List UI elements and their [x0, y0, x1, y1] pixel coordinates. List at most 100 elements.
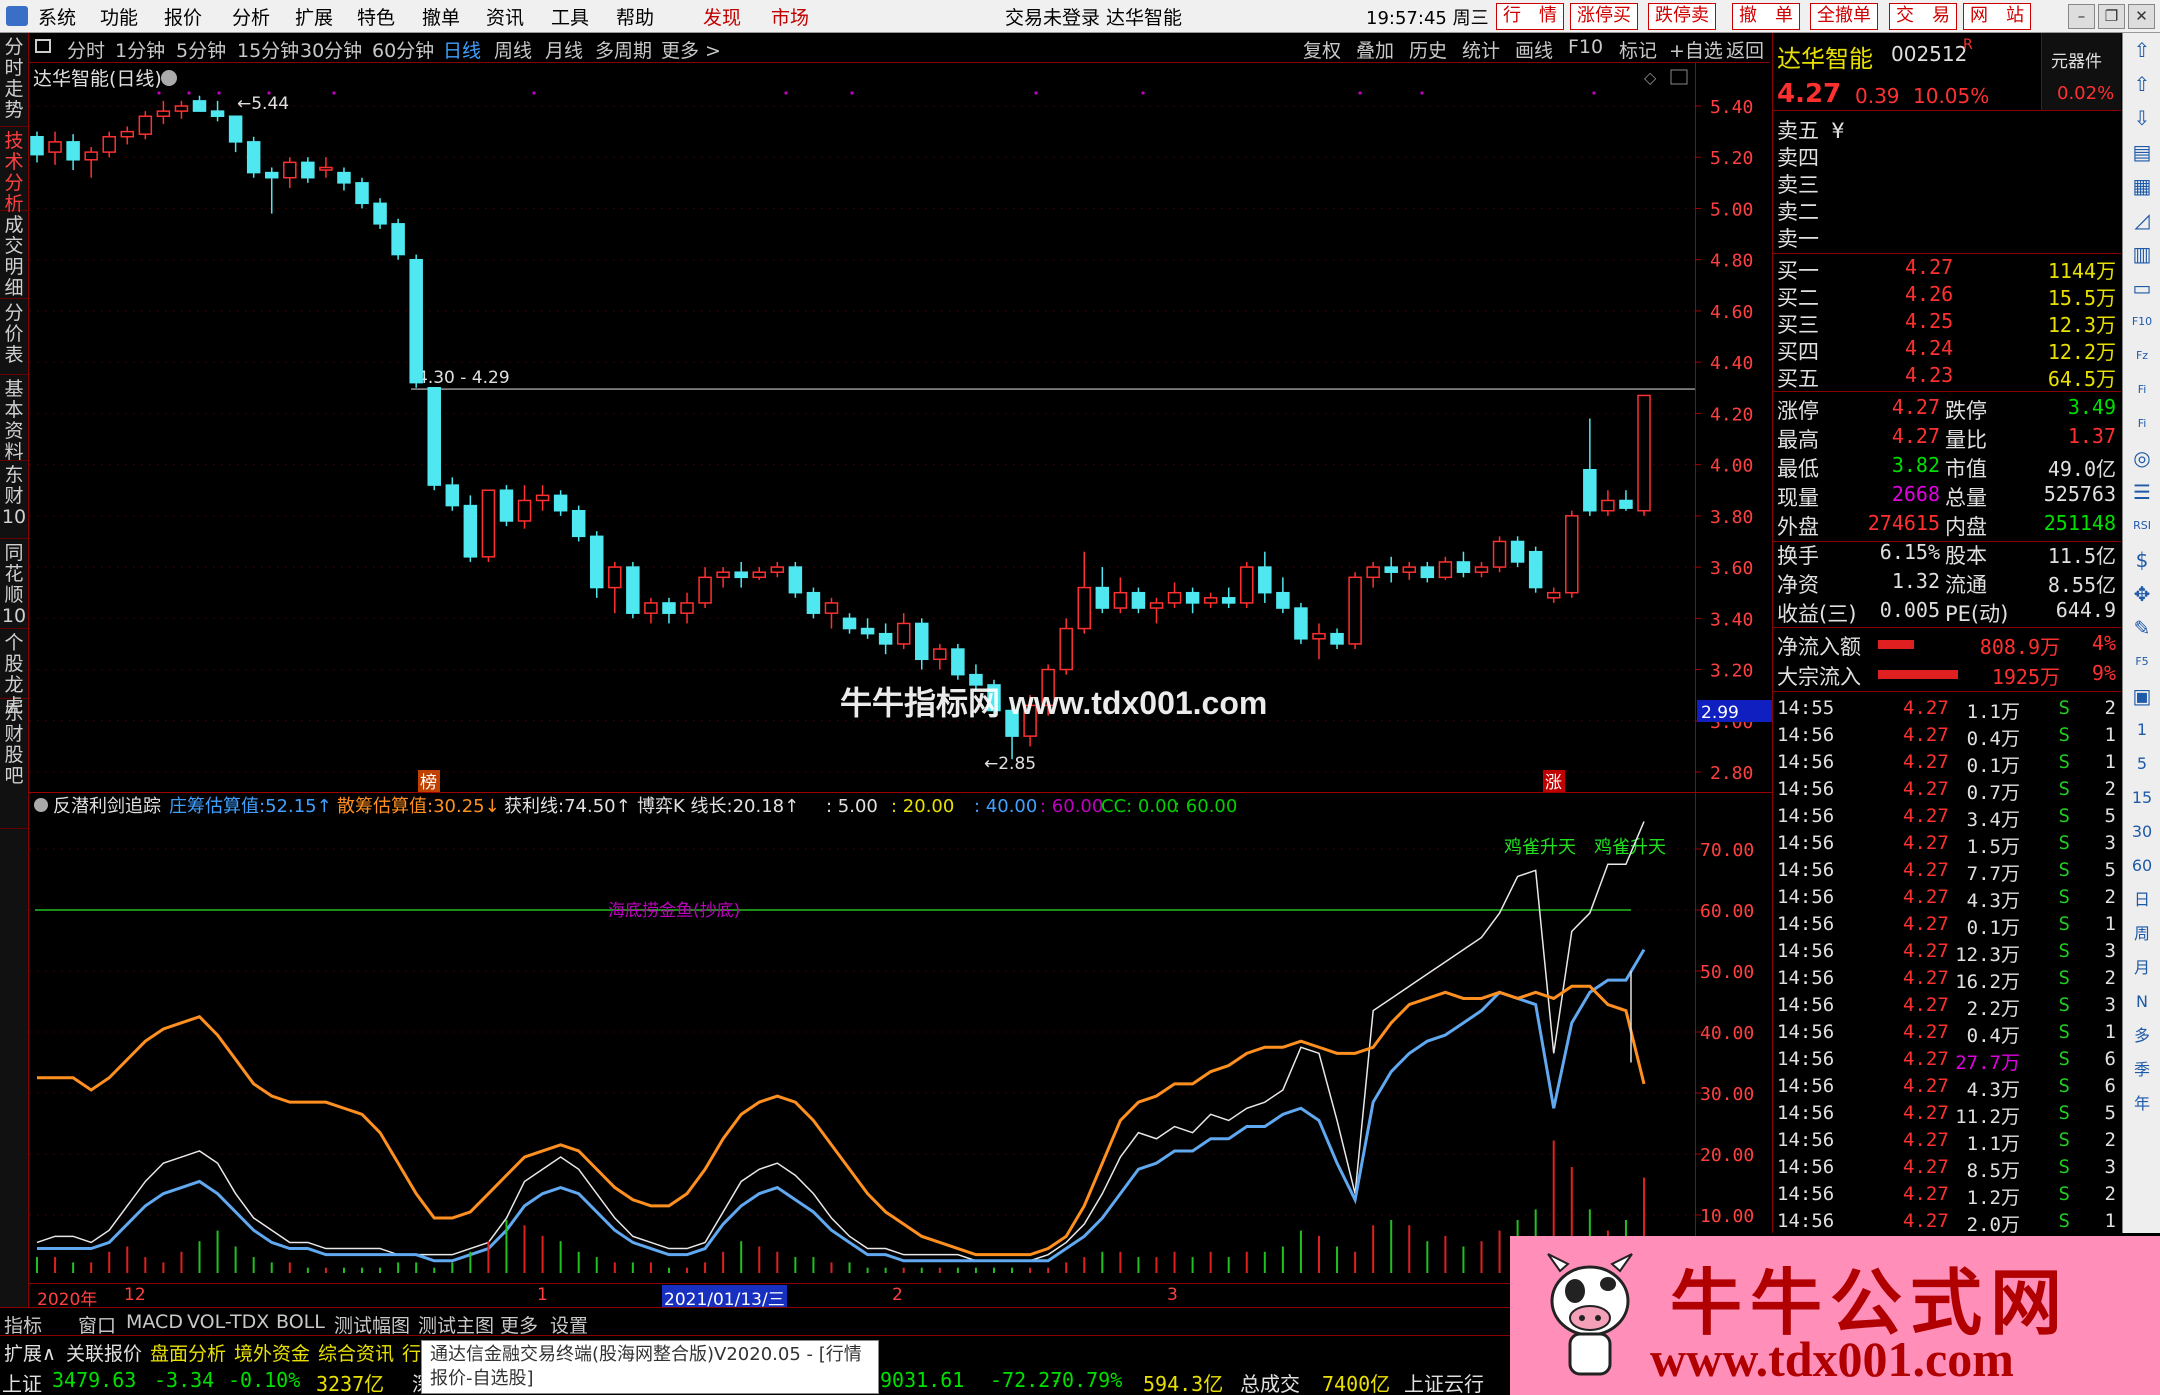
- period-3[interactable]: 15分钟: [237, 36, 299, 63]
- ext-tab-4[interactable]: 综合资讯: [318, 1339, 394, 1366]
- period-shortcut-28[interactable]: N: [2129, 989, 2155, 1015]
- period-shortcut-23[interactable]: 30: [2129, 819, 2155, 845]
- diamond-icon[interactable]: ◇: [1644, 68, 1657, 87]
- left-tab-1[interactable]: 技术分析: [0, 127, 28, 215]
- bottom-tab-7[interactable]: 更多: [500, 1311, 538, 1338]
- menu-9[interactable]: 帮助: [616, 3, 654, 30]
- fin-icon[interactable]: Fz: [2129, 343, 2155, 369]
- chart-tool-2[interactable]: 历史: [1409, 36, 1447, 63]
- left-tab-3[interactable]: 分价表: [0, 299, 28, 375]
- period-1[interactable]: 1分钟: [115, 36, 165, 63]
- menu-4[interactable]: 扩展: [295, 3, 333, 30]
- menu-6[interactable]: 撤单: [422, 3, 460, 30]
- chart-icon[interactable]: ▤: [2129, 139, 2155, 165]
- period-9[interactable]: 多周期: [595, 36, 652, 63]
- candle-icon[interactable]: ▥: [2129, 241, 2155, 267]
- bottom-tab-4[interactable]: BOLL: [276, 1311, 325, 1333]
- period-shortcut-20[interactable]: 1: [2129, 717, 2155, 743]
- period-shortcut-24[interactable]: 60: [2129, 853, 2155, 879]
- chart-tool-1[interactable]: 叠加: [1356, 36, 1394, 63]
- chart-tool-6[interactable]: 标记: [1619, 36, 1657, 63]
- period-shortcut-26[interactable]: 周: [2129, 921, 2155, 947]
- toolbar-button-3[interactable]: 撤 单: [1732, 3, 1800, 30]
- menu-red-1[interactable]: 市场: [771, 3, 809, 30]
- menu-icon[interactable]: [6, 6, 28, 26]
- period-shortcut-21[interactable]: 5: [2129, 751, 2155, 777]
- close-icon[interactable]: ✕: [2128, 4, 2155, 29]
- move-icon[interactable]: ✥: [2129, 581, 2155, 607]
- list-icon[interactable]: ☰: [2129, 479, 2155, 505]
- f5-icon[interactable]: F5: [2129, 649, 2155, 675]
- doc-icon[interactable]: ▭: [2129, 275, 2155, 301]
- ext-tab-3[interactable]: 境外资金: [234, 1339, 310, 1366]
- period-6[interactable]: 日线: [443, 36, 481, 63]
- min-icon[interactable]: –: [2068, 4, 2095, 29]
- toolbar-button-4[interactable]: 全撤单: [1810, 3, 1878, 30]
- menu-0[interactable]: 系统: [38, 3, 76, 30]
- period-7[interactable]: 周线: [494, 36, 532, 63]
- period-shortcut-29[interactable]: 多: [2129, 1023, 2155, 1049]
- period-8[interactable]: 月线: [545, 36, 583, 63]
- period-shortcut-22[interactable]: 15: [2129, 785, 2155, 811]
- left-tab-2[interactable]: 成交明细: [0, 211, 28, 299]
- menu-8[interactable]: 工具: [551, 3, 589, 30]
- bottom-tab-6[interactable]: 测试主图: [418, 1311, 494, 1338]
- ad-banner[interactable]: 牛牛公式网 www.tdx001.com: [1510, 1236, 2160, 1395]
- left-tab-7[interactable]: 个股龙虎: [0, 629, 28, 717]
- menu-1[interactable]: 功能: [100, 3, 138, 30]
- line-icon[interactable]: ◿: [2129, 207, 2155, 233]
- restore-icon[interactable]: ❐: [2098, 4, 2125, 29]
- ad-url[interactable]: www.tdx001.com: [1650, 1330, 2014, 1388]
- menu-5[interactable]: 特色: [357, 3, 395, 30]
- img-icon[interactable]: ▣: [2129, 683, 2155, 709]
- bottom-tab-1[interactable]: 窗口: [78, 1311, 116, 1338]
- menu-red-0[interactable]: 发现: [703, 3, 741, 30]
- ext-tab-1[interactable]: 关联报价: [66, 1339, 142, 1366]
- pen-icon[interactable]: ✎: [2129, 615, 2155, 641]
- bottom-tab-3[interactable]: VOL-TDX: [187, 1311, 269, 1333]
- rsi-icon[interactable]: RSI: [2129, 513, 2155, 539]
- period-shortcut-27[interactable]: 月: [2129, 955, 2155, 981]
- period-4[interactable]: 30分钟: [300, 36, 362, 63]
- ext-tab-0[interactable]: 扩展∧: [4, 1339, 56, 1366]
- toolbar-button-6[interactable]: 网 站: [1963, 3, 2031, 30]
- chart-tool-4[interactable]: 画线: [1515, 36, 1553, 63]
- toolbar-button-0[interactable]: 行 情: [1496, 3, 1564, 30]
- menu-3[interactable]: 分析: [232, 3, 270, 30]
- toggle-icon[interactable]: [35, 39, 51, 53]
- menu-7[interactable]: 资讯: [486, 3, 524, 30]
- ext-tab-2[interactable]: 盘面分析: [150, 1339, 226, 1366]
- period-10[interactable]: 更多 >: [661, 36, 721, 63]
- bottom-tab-5[interactable]: 测试幅图: [334, 1311, 410, 1338]
- toolbar-button-2[interactable]: 跌停卖: [1648, 3, 1716, 30]
- chart-tool-3[interactable]: 统计: [1462, 36, 1500, 63]
- period-shortcut-30[interactable]: 季: [2129, 1057, 2155, 1083]
- period-0[interactable]: 分时: [67, 36, 105, 63]
- cap-icon[interactable]: Fi: [2129, 411, 2155, 437]
- menu-2[interactable]: 报价: [164, 3, 202, 30]
- ext-tab-5[interactable]: 行: [402, 1339, 421, 1366]
- up-icon[interactable]: ⇧: [2129, 37, 2155, 63]
- toolbar-button-5[interactable]: 交 易: [1889, 3, 1957, 30]
- chart-tool-7[interactable]: +自选: [1669, 36, 1723, 63]
- bottom-tab-8[interactable]: 设置: [550, 1311, 588, 1338]
- up-icon[interactable]: ⇧: [2129, 71, 2155, 97]
- indicator-chart[interactable]: 70.00 60.00 50.00 40.00 30.00 20.00 10.00 反潜利剑追…: [29, 793, 1772, 1283]
- money-icon[interactable]: $: [2129, 547, 2155, 573]
- left-tab-4[interactable]: 基本资料: [0, 375, 28, 463]
- cap-icon[interactable]: Fi: [2129, 377, 2155, 403]
- period-shortcut-31[interactable]: 年: [2129, 1091, 2155, 1117]
- chart-tool-0[interactable]: 复权: [1303, 36, 1341, 63]
- indicator-settings-icon[interactable]: [34, 798, 48, 812]
- period-shortcut-25[interactable]: 日: [2129, 887, 2155, 913]
- down-icon[interactable]: ⇩: [2129, 105, 2155, 131]
- circle-icon[interactable]: ◎: [2129, 445, 2155, 471]
- left-tab-6[interactable]: 同花顺10: [0, 539, 28, 629]
- left-tab-5[interactable]: 东财10: [0, 461, 28, 539]
- left-tab-0[interactable]: 分时走势: [0, 33, 28, 127]
- period-5[interactable]: 60分钟: [372, 36, 434, 63]
- chart-tool-8[interactable]: 返回: [1726, 36, 1764, 63]
- bottom-tab-0[interactable]: 指标: [4, 1311, 42, 1338]
- grid-icon[interactable]: ▦: [2129, 173, 2155, 199]
- settings-icon[interactable]: [161, 70, 177, 86]
